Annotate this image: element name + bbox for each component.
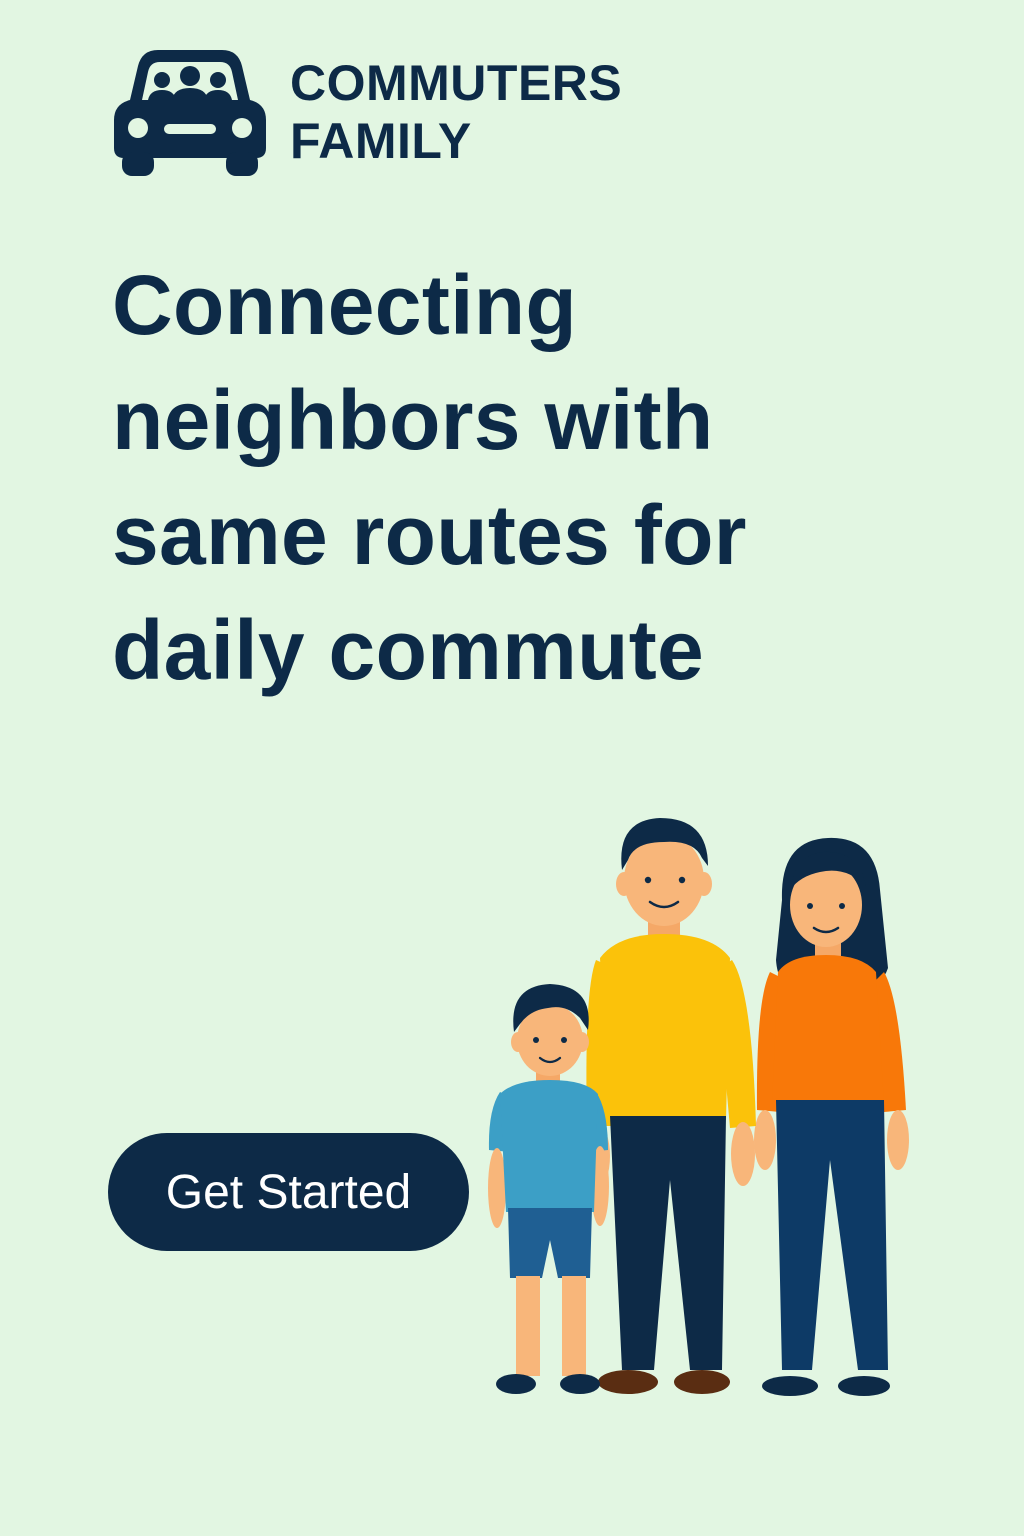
brand-name-line1: COMMUTERS (290, 55, 623, 111)
family-illustration (488, 818, 909, 1396)
car-with-people-icon (114, 50, 266, 176)
headline: Connecting neighbors with same routes fo… (112, 258, 747, 697)
brand-logo: COMMUTERS FAMILY (108, 44, 622, 180)
man-figure (586, 818, 756, 1394)
woman-figure (754, 837, 909, 1396)
brand-name: COMMUTERS FAMILY (290, 54, 622, 170)
brand-name-line2: FAMILY (290, 113, 472, 169)
get-started-button[interactable]: Get Started (108, 1133, 469, 1251)
